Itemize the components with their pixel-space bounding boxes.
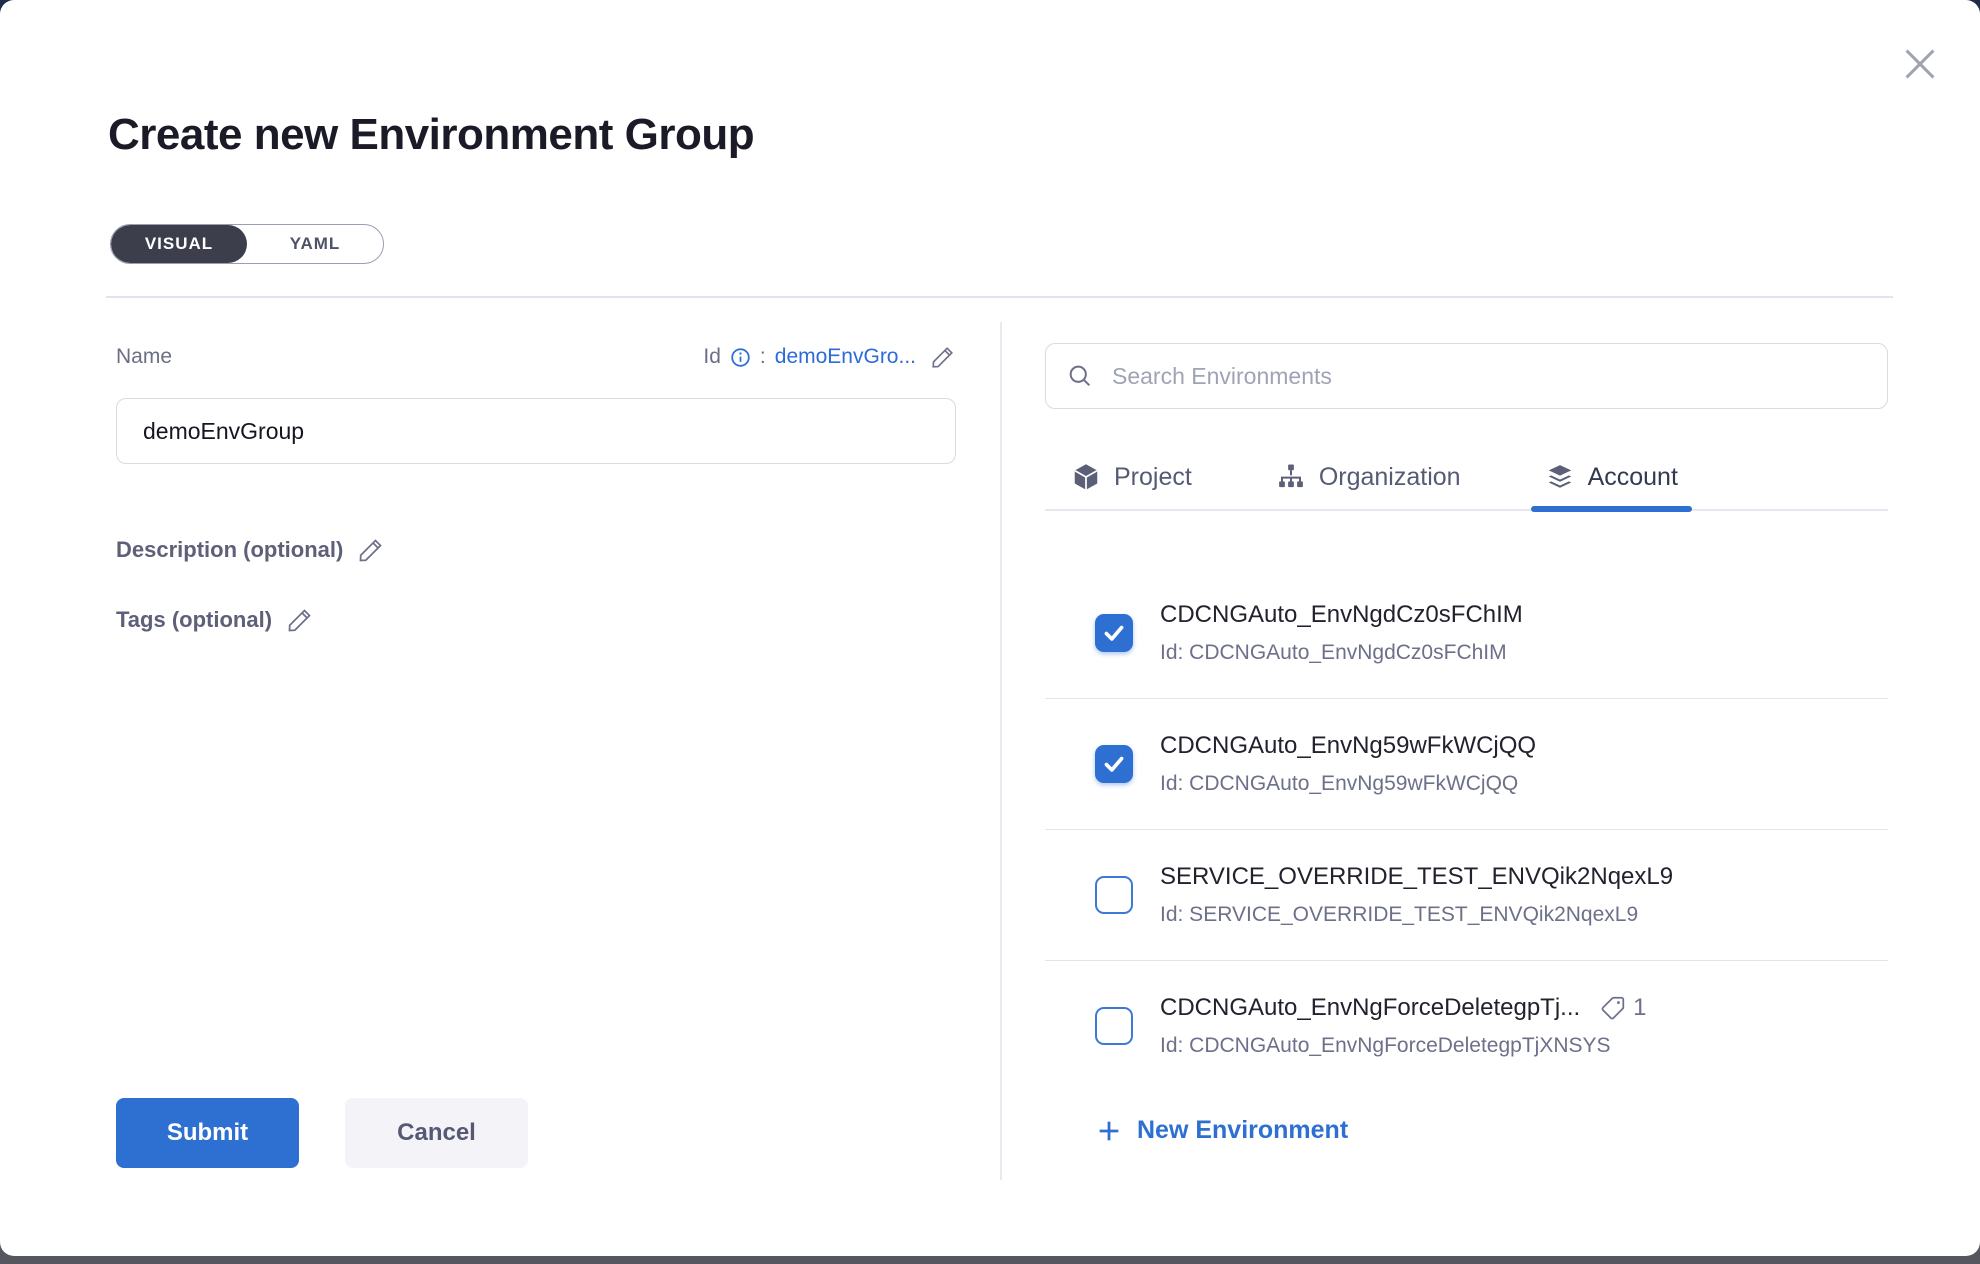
environment-list-item[interactable]: CDCNGAuto_EnvNgdCz0sFChIM Id: CDCNGAuto_… — [1045, 568, 1888, 699]
environment-id: Id: CDCNGAuto_EnvNg59wFkWCjQQ — [1160, 772, 1536, 796]
layers-icon — [1545, 462, 1575, 492]
toggle-visual[interactable]: VISUAL — [111, 225, 247, 263]
name-label: Name — [116, 345, 172, 369]
create-environment-group-modal: Create new Environment Group VISUAL YAML… — [0, 0, 1980, 1256]
edit-description-icon[interactable] — [357, 536, 385, 564]
environment-tags-badge: 1 — [1600, 994, 1646, 1022]
modal-footer: Submit Cancel — [116, 1098, 528, 1168]
environment-id: Id: CDCNGAuto_EnvNgdCz0sFChIM — [1160, 641, 1523, 665]
page-title: Create new Environment Group — [108, 110, 754, 160]
header-divider — [106, 296, 1893, 298]
search-environments-input[interactable] — [1112, 363, 1867, 390]
tab-organization[interactable]: Organization — [1262, 445, 1475, 509]
tab-project-label: Project — [1114, 463, 1192, 492]
tags-label: Tags (optional) — [116, 607, 272, 633]
description-label: Description (optional) — [116, 537, 343, 563]
new-environment-label: New Environment — [1137, 1116, 1348, 1145]
environment-list: CDCNGAuto_EnvNgdCz0sFChIM Id: CDCNGAuto_… — [1045, 511, 1888, 1063]
environment-name: CDCNGAuto_EnvNgForceDeletegpTj... — [1160, 994, 1580, 1022]
tag-count: 1 — [1633, 994, 1646, 1022]
close-icon[interactable] — [1896, 40, 1944, 88]
org-chart-icon — [1276, 462, 1306, 492]
search-environments-box — [1045, 343, 1888, 409]
environment-checkbox[interactable] — [1095, 745, 1133, 783]
environment-list-item[interactable]: CDCNGAuto_EnvNg59wFkWCjQQ Id: CDCNGAuto_… — [1045, 699, 1888, 830]
panel-divider — [1000, 322, 1002, 1180]
id-colon: : — [760, 345, 766, 369]
toggle-yaml[interactable]: YAML — [247, 225, 383, 263]
new-environment-button[interactable]: New Environment — [1095, 1116, 1348, 1145]
environment-checkbox[interactable] — [1095, 876, 1133, 914]
environment-id: Id: CDCNGAuto_EnvNgForceDeletegpTjXNSYS — [1160, 1034, 1647, 1058]
tab-organization-label: Organization — [1319, 463, 1461, 492]
submit-button[interactable]: Submit — [116, 1098, 299, 1168]
tab-account[interactable]: Account — [1531, 445, 1692, 509]
env-group-form: Name Id : demoEnvGro... Descriptio — [116, 340, 956, 634]
environment-name: SERVICE_OVERRIDE_TEST_ENVQik2NqexL9 — [1160, 863, 1673, 891]
entity-id-value[interactable]: demoEnvGro... — [775, 345, 916, 369]
visual-yaml-toggle: VISUAL YAML — [110, 224, 384, 264]
scope-tabs: Project Organization — [1045, 445, 1888, 511]
environment-id: Id: SERVICE_OVERRIDE_TEST_ENVQik2NqexL9 — [1160, 903, 1673, 927]
environment-checkbox[interactable] — [1095, 1007, 1133, 1045]
environment-picker-panel: Project Organization — [1045, 343, 1888, 1150]
environment-list-item[interactable]: CDCNGAuto_EnvNgForceDeletegpTj... 1 Id: … — [1045, 961, 1888, 1063]
edit-id-icon[interactable] — [930, 344, 956, 370]
search-icon — [1066, 362, 1094, 390]
info-icon[interactable] — [730, 347, 751, 368]
entity-id-row: Id : demoEnvGro... — [703, 344, 956, 370]
name-input[interactable] — [116, 398, 956, 464]
environment-name: CDCNGAuto_EnvNgdCz0sFChIM — [1160, 601, 1523, 629]
cube-icon — [1071, 462, 1101, 492]
id-label: Id — [703, 345, 721, 369]
tab-project[interactable]: Project — [1057, 445, 1206, 509]
tab-account-label: Account — [1588, 463, 1678, 492]
environment-name: CDCNGAuto_EnvNg59wFkWCjQQ — [1160, 732, 1536, 760]
tag-icon — [1600, 995, 1626, 1021]
environment-list-item[interactable]: SERVICE_OVERRIDE_TEST_ENVQik2NqexL9 Id: … — [1045, 830, 1888, 961]
environment-checkbox[interactable] — [1095, 614, 1133, 652]
edit-tags-icon[interactable] — [286, 606, 314, 634]
cancel-button[interactable]: Cancel — [345, 1098, 528, 1168]
plus-icon — [1095, 1117, 1123, 1145]
